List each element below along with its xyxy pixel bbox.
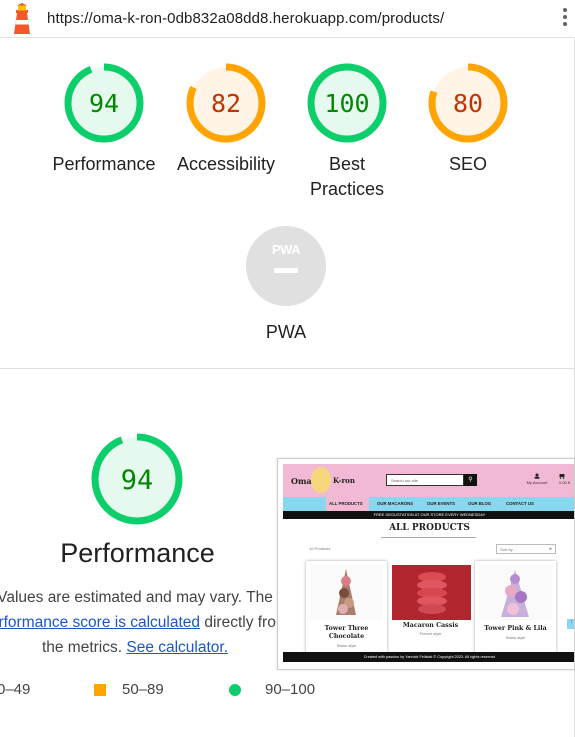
gauge-label: Performance [52, 154, 156, 174]
site-nav-item: OUR BLOG [468, 501, 492, 506]
product-image-tower-pink-lila [479, 565, 552, 620]
gauge-score: 94 [89, 89, 119, 118]
sort-select: Sort by... ▸ [496, 544, 556, 554]
legend-pass: 90–100 [229, 681, 315, 698]
gauge-label: Best Practices [309, 154, 385, 199]
score-calculation-link[interactable]: performance score is calculated [0, 614, 200, 631]
see-calculator-link[interactable]: See calculator. [126, 639, 228, 656]
site-search-icon: ⚲ [464, 474, 477, 486]
desc-text-1: Values are estimated and may vary. The [0, 589, 273, 606]
pwa-badge-icon: PWA [246, 226, 326, 306]
average-square-icon [94, 683, 106, 696]
gauge-accessibility[interactable]: 82 Accessibility [166, 63, 286, 177]
site-brand-left: Oma [291, 476, 312, 486]
main-performance-gauge: 94 [91, 433, 183, 530]
product-card: Tower Pink & Lila Swiss style [475, 561, 556, 654]
gauge-label: SEO [448, 154, 487, 174]
gauge-score: 82 [211, 89, 241, 118]
site-header: Oma K-ron Search our site ⚲ My Account 0… [283, 464, 574, 497]
more-menu-icon[interactable] [562, 8, 568, 30]
product-subtitle: Swiss style [505, 635, 526, 640]
account-icon [534, 473, 540, 479]
product-title: Macaron Cassis [402, 622, 459, 629]
site-nav-item: CONTACT US [506, 501, 534, 506]
legend-fail: 0–49 [0, 681, 30, 698]
gauge-accessibility-ring: 82 [186, 63, 266, 143]
product-title: Tower Three Chocolate [324, 625, 369, 640]
gauge-score: 100 [324, 89, 369, 118]
section-divider [0, 368, 575, 369]
site-nav-item: OUR MACARONS [377, 501, 414, 506]
gauge-label: Accessibility [176, 154, 276, 174]
gauge-performance-ring: 94 [64, 63, 144, 143]
legend-average-range: 50–89 [122, 681, 164, 698]
site-nav-item: ALL PRODUCTS [329, 501, 363, 506]
legend-average: 50–89 [94, 681, 164, 698]
back-to-top-icon: ↑ [567, 619, 574, 629]
gauge-seo-ring: 80 [428, 63, 508, 143]
heading-rule [381, 537, 476, 538]
gauge-best-practices-ring: 100 [307, 63, 387, 143]
sort-label: Sort by... [500, 547, 516, 552]
product-card: Tower Three Chocolate Swiss style [306, 561, 387, 654]
sort-caret-icon: ▸ [549, 546, 552, 552]
product-image-macaron-cassis [392, 565, 471, 620]
product-card: Macaron Cassis French style [390, 561, 471, 654]
performance-description: Values are estimated and may vary. The p… [0, 585, 300, 660]
report-url[interactable]: https://oma-k-ron-0db832a08dd8.herokuapp… [47, 10, 444, 27]
site-cart: 0.00 € [559, 473, 570, 485]
performance-title: Performance [60, 538, 215, 568]
site-search-input: Search our site [386, 474, 464, 486]
site-footer: Created with passion by Yannick Felisiak… [283, 652, 574, 662]
site-nav: ALL PRODUCTS OUR MACARONS OUR EVENTS OUR… [283, 497, 574, 511]
product-subtitle: French style [419, 631, 442, 636]
product-subtitle: Swiss style [336, 643, 357, 648]
pass-circle-icon [229, 683, 241, 696]
cart-label: 0.00 € [559, 480, 571, 485]
pwa-badge-text: PWA [272, 242, 301, 257]
product-image-tower-chocolate [310, 565, 383, 620]
site-account: My Account [523, 473, 551, 485]
gauge-best-practices[interactable]: 100 Best Practices [287, 63, 407, 202]
site-mascot-logo [311, 467, 331, 493]
legend-fail-range: 0–49 [0, 681, 31, 698]
site-brand-right: K-ron [333, 476, 355, 485]
site-heading: ALL PRODUCTS [389, 523, 470, 533]
gauge-seo[interactable]: 80 SEO [408, 63, 528, 177]
report-top-bar: https://oma-k-ron-0db832a08dd8.herokuapp… [0, 0, 575, 38]
cart-icon [559, 474, 565, 479]
gauge-score: 80 [453, 89, 483, 118]
gauge-pwa[interactable]: PWA PWA [226, 226, 346, 345]
legend-pass-range: 90–100 [265, 681, 316, 698]
site-nav-item: OUR EVENTS [427, 501, 455, 506]
product-title: Tower Pink & Lila [484, 625, 547, 632]
lighthouse-logo-icon [14, 3, 30, 34]
gauge-performance[interactable]: 94 Performance [44, 63, 164, 177]
gauge-label: PWA [265, 322, 307, 342]
final-screenshot[interactable]: Oma K-ron Search our site ⚲ My Account 0… [277, 458, 575, 670]
product-count: 10 Products [309, 546, 331, 551]
account-label: My Account [526, 480, 548, 485]
main-gauge-score: 94 [121, 465, 154, 496]
site-banner: FREE DEGUSTATION AT OUR STORE EVERY WEDN… [283, 511, 574, 519]
